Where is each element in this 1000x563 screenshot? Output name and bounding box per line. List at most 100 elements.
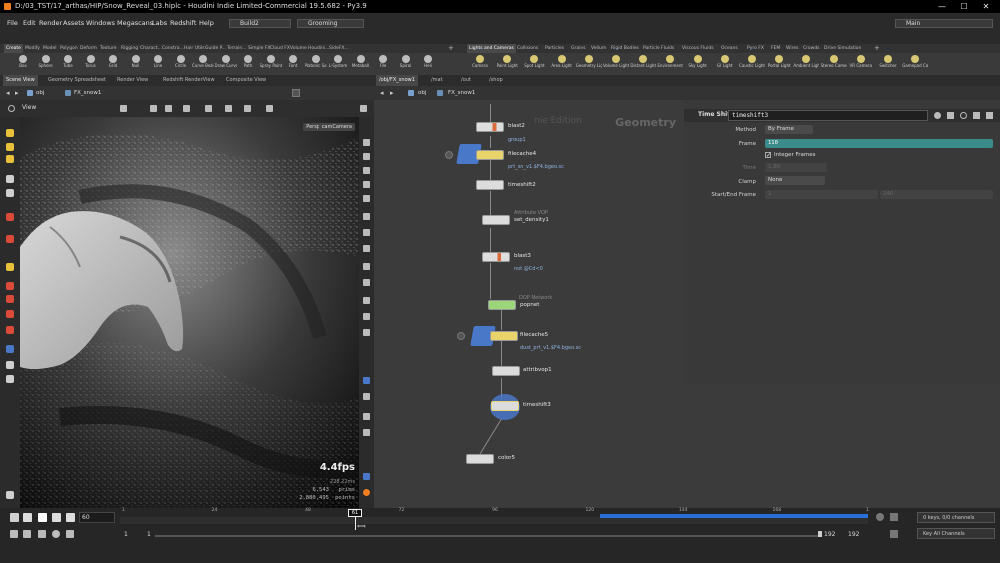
start-frame-field[interactable]: 1 xyxy=(765,190,878,199)
filecache5-bypass-icon[interactable] xyxy=(457,332,465,340)
right-path-node[interactable]: FX_snow1 xyxy=(448,86,475,100)
shelf-tool-vr-camera[interactable]: VR Camera xyxy=(848,53,874,75)
timeline-settings-icon[interactable] xyxy=(66,530,74,538)
node-blast3[interactable] xyxy=(482,252,510,262)
net-back-arrow-icon[interactable]: ◂ xyxy=(380,90,384,97)
shelf-tool-stereo-camera[interactable]: Stereo Camera xyxy=(821,53,847,75)
shelf-tab-create[interactable]: Create xyxy=(4,44,23,53)
main-selector[interactable]: Main xyxy=(895,19,993,28)
shelf-tool-gi-light[interactable]: GI Light xyxy=(712,53,738,75)
snap-icon[interactable] xyxy=(120,105,127,112)
shelf-tab-crowds[interactable]: Crowds xyxy=(801,44,822,53)
handle-tool-icon[interactable] xyxy=(6,213,14,221)
back-arrow-icon[interactable]: ◂ xyxy=(6,90,13,97)
view-tool-icon[interactable] xyxy=(6,282,14,290)
range-end-handle[interactable] xyxy=(818,531,822,537)
ghost-icon[interactable] xyxy=(183,105,190,112)
menu-render[interactable]: Render xyxy=(39,18,62,28)
cup-icon[interactable] xyxy=(6,375,14,383)
audio-icon[interactable] xyxy=(23,530,31,538)
shelf-tool-distant-light[interactable]: Distant Light xyxy=(630,53,656,75)
shelf-tool-l-system[interactable]: L-System xyxy=(327,53,349,75)
node-timeshift3[interactable] xyxy=(491,401,519,411)
shelf-tool-caustic-light[interactable]: Caustic Light xyxy=(739,53,765,75)
node-attribvop1[interactable] xyxy=(492,366,520,376)
view-flag-icon[interactable] xyxy=(363,393,370,400)
points-display-icon[interactable] xyxy=(363,263,370,270)
scene-viewport[interactable]: Persp camCamera 4.4fps 228.22ms 6,543 pr… xyxy=(20,117,359,508)
keyframe-filter-icon[interactable] xyxy=(890,513,898,521)
lighting-icon[interactable] xyxy=(363,181,370,188)
viewport-menu-icon[interactable] xyxy=(360,105,367,112)
jump-end-icon[interactable] xyxy=(66,513,75,522)
shadow-icon[interactable] xyxy=(363,195,370,202)
shelf-tool-area-light[interactable]: Area Light xyxy=(549,53,575,75)
uv-display-icon[interactable] xyxy=(363,297,370,304)
shelf-tool-sphere[interactable]: Sphere xyxy=(35,53,57,75)
shelf-tab-grains[interactable]: Grains xyxy=(569,44,588,53)
render-icon[interactable] xyxy=(225,105,232,112)
shelf-tool-box[interactable]: Box xyxy=(12,53,34,75)
tab-composite-view[interactable]: Composite View xyxy=(223,75,269,86)
shelf-tool-null[interactable]: Null xyxy=(125,53,147,75)
integer-frames-checkbox[interactable]: ✓ xyxy=(765,152,771,159)
paint-tool-icon[interactable] xyxy=(6,263,14,271)
range-slider[interactable] xyxy=(155,535,821,537)
node-set-density1[interactable] xyxy=(482,215,510,225)
shelf-tool-environment-light[interactable]: Environment Light xyxy=(657,53,683,75)
shelf-tab-deform[interactable]: Deform xyxy=(78,44,99,53)
shelf-tool-point-light[interactable]: Point Light xyxy=(494,53,520,75)
sim-cache-icon[interactable] xyxy=(52,530,60,538)
play-icon[interactable] xyxy=(52,513,61,522)
menu-assets[interactable]: Assets xyxy=(63,18,84,28)
menu-labs[interactable]: Labs xyxy=(152,18,167,28)
current-frame-field[interactable]: 60 xyxy=(79,512,115,523)
shelf-tab-collisions[interactable]: Collisions xyxy=(515,44,540,53)
right-path-obj[interactable]: obj xyxy=(418,86,426,100)
shelf-tab-modify[interactable]: Modify xyxy=(23,44,42,53)
end-frame[interactable]: 192 xyxy=(824,531,835,538)
menu-edit[interactable]: Edit xyxy=(23,18,36,28)
handle-icon[interactable] xyxy=(150,105,157,112)
shelf-tool-metaball[interactable]: Metaball xyxy=(350,53,372,75)
shelf-tool-line[interactable]: Line xyxy=(147,53,169,75)
stop-icon[interactable] xyxy=(38,513,47,522)
left-path-node[interactable]: FX_snow1 xyxy=(74,86,101,100)
shelf-tool-sky-light[interactable]: Sky Light xyxy=(685,53,711,75)
playhead-label[interactable]: 61 xyxy=(348,509,362,517)
shelf-tab-model[interactable]: Model xyxy=(41,44,59,53)
dock-icon[interactable] xyxy=(363,429,370,436)
bulb-icon[interactable] xyxy=(363,229,370,236)
camera-menu[interactable]: camCamera xyxy=(318,123,355,131)
move-tool-icon[interactable] xyxy=(6,143,14,151)
start-frame[interactable]: 1 xyxy=(124,531,128,538)
timeline-track[interactable] xyxy=(120,517,868,524)
shelf-tab-rigid-bodies[interactable]: Rigid Bodies xyxy=(609,44,641,53)
left-path-obj[interactable]: obj xyxy=(36,86,44,100)
select-tool-icon[interactable] xyxy=(6,129,14,137)
loop-icon[interactable] xyxy=(38,530,46,538)
ortho-icon[interactable] xyxy=(363,313,370,320)
node-color5[interactable] xyxy=(466,454,494,464)
network-editor[interactable]: Geometry nie Edition blast2 group1 filec… xyxy=(374,100,684,508)
shelf-tab-drive-simulation[interactable]: Drive Simulation xyxy=(822,44,863,53)
shelf-tool-geometry-light[interactable]: Geometry Light xyxy=(576,53,602,75)
node-popnet[interactable] xyxy=(488,300,516,310)
close-button[interactable]: ✕ xyxy=(972,0,1000,13)
menu-help[interactable]: Help xyxy=(199,18,214,28)
normals-display-icon[interactable] xyxy=(363,279,370,286)
shelf-tab-wires[interactable]: Wires xyxy=(784,44,800,53)
camera-icon[interactable] xyxy=(266,105,273,112)
net-forward-arrow-icon[interactable]: ▸ xyxy=(390,90,394,97)
shelf-tool-switcher[interactable]: Switcher xyxy=(875,53,901,75)
shelf-add-tab-right-icon[interactable]: + xyxy=(872,44,882,53)
active-display-icon[interactable] xyxy=(363,377,370,384)
realtime-icon[interactable] xyxy=(10,530,18,538)
lock-icon[interactable] xyxy=(6,189,14,197)
shelf-tool-spot-light[interactable]: Spot Light xyxy=(521,53,547,75)
shelf-tool-draw-curve[interactable]: Draw Curve xyxy=(215,53,237,75)
rotate-tool-icon[interactable] xyxy=(6,155,14,163)
menu-megascans[interactable]: Megascans xyxy=(117,18,153,28)
param-help-icon[interactable] xyxy=(947,112,954,119)
start-frame-2[interactable]: 1 xyxy=(147,531,151,538)
